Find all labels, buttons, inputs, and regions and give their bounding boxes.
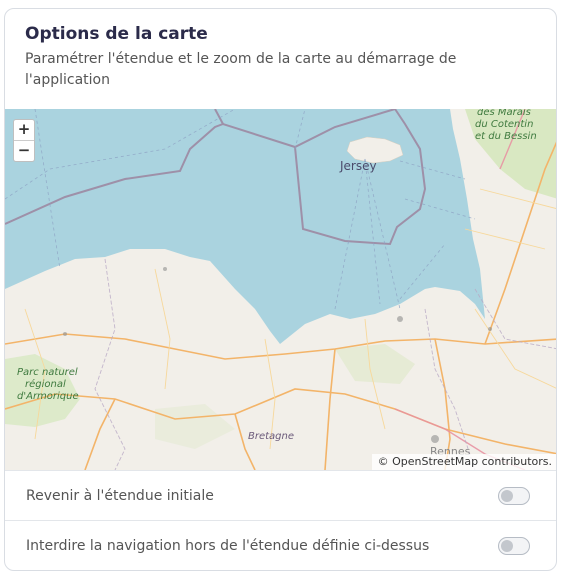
card-title: Options de la carte bbox=[25, 24, 208, 44]
option-reset-extent: Revenir à l'étendue initiale bbox=[5, 470, 556, 520]
restrict-navigation-toggle[interactable] bbox=[498, 536, 530, 555]
zoom-out-button[interactable]: − bbox=[14, 140, 34, 161]
label-parc-1: Parc naturel bbox=[17, 367, 78, 378]
label-bretagne: Bretagne bbox=[248, 431, 295, 442]
option-restrict-navigation-label: Interdire la navigation hors de l'étendu… bbox=[26, 537, 430, 554]
zoom-control: + − bbox=[13, 119, 35, 162]
label-jersey: Jersey bbox=[340, 159, 377, 173]
label-parc-3: d'Armorique bbox=[17, 391, 79, 402]
option-restrict-navigation: Interdire la navigation hors de l'étendu… bbox=[5, 520, 556, 570]
label-marais-1: des Marais bbox=[477, 109, 531, 118]
map-view[interactable]: Jersey des Marais du Cotentin et du Bess… bbox=[5, 109, 557, 470]
label-marais-3: et du Bessin bbox=[475, 131, 537, 142]
card-header: Options de la carte Paramétrer l'étendue… bbox=[5, 9, 556, 109]
toggle-knob bbox=[501, 489, 513, 502]
reset-extent-toggle[interactable] bbox=[498, 486, 530, 505]
map-options-card: Options de la carte Paramétrer l'étendue… bbox=[4, 8, 557, 571]
map-canvas[interactable] bbox=[5, 109, 557, 470]
zoom-in-button[interactable]: + bbox=[14, 120, 34, 140]
label-marais-2: du Cotentin bbox=[475, 119, 534, 130]
card-subtitle: Paramétrer l'étendue et le zoom de la ca… bbox=[25, 51, 457, 88]
toggle-knob bbox=[501, 539, 513, 552]
label-parc-2: régional bbox=[25, 379, 66, 390]
option-reset-extent-label: Revenir à l'étendue initiale bbox=[26, 487, 214, 504]
map-attribution[interactable]: © OpenStreetMap contributors. bbox=[371, 454, 556, 470]
